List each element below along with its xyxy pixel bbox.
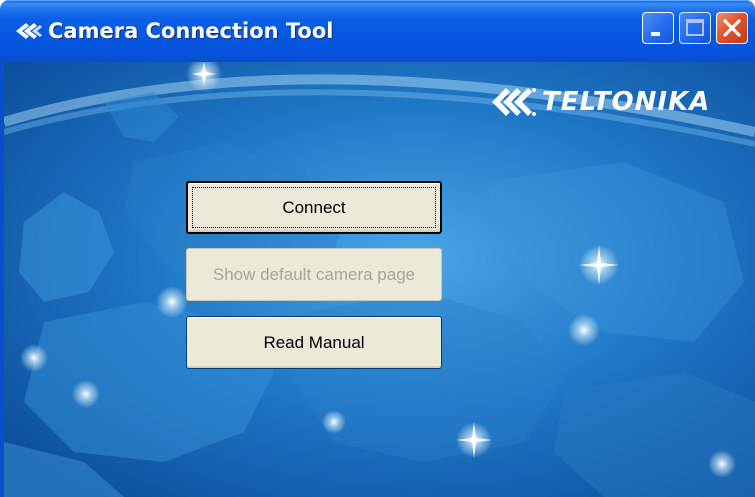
app-window: Camera Connection Tool TELTONIKA Connect… xyxy=(0,0,755,497)
teltonika-logo-icon xyxy=(492,88,536,116)
title-bar[interactable]: Camera Connection Tool xyxy=(0,0,755,62)
read-manual-button[interactable]: Read Manual xyxy=(186,316,442,369)
close-icon xyxy=(723,19,741,37)
maximize-button[interactable] xyxy=(679,12,711,44)
window-title: Camera Connection Tool xyxy=(48,19,334,43)
maximize-icon xyxy=(686,19,704,36)
client-area: TELTONIKA Connect Show default camera pa… xyxy=(0,62,755,497)
minimize-icon xyxy=(651,32,660,36)
minimize-button[interactable] xyxy=(642,12,674,44)
logo-wordmark: TELTONIKA xyxy=(542,87,711,117)
show-default-camera-page-button[interactable]: Show default camera page xyxy=(186,248,442,301)
app-icon xyxy=(16,23,42,39)
close-button[interactable] xyxy=(716,12,748,44)
connect-button[interactable]: Connect xyxy=(186,181,442,234)
